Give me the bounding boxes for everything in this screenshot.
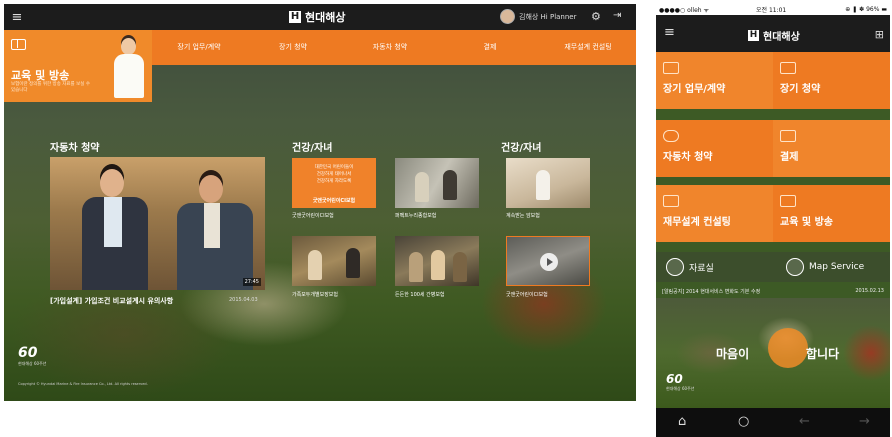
featured-video-date: 2015.04.03 [229,297,258,303]
avatar [500,9,515,24]
battery-status: ⊕ ❚ ✽ 96% ▬ [845,6,887,13]
user-name: 김해상 Hi Planner [519,12,577,21]
anniversary-logo: 60 현대해상 60주년 [18,345,47,366]
thumb-caption[interactable]: 굿앤굿어린이CI보험 [292,212,334,219]
book-icon [780,195,796,207]
notice-title: [알림공지] 2014 현대서비스 변화도 기본 수정 [662,289,761,295]
tile-long-term-contract[interactable]: 장기 업무/계약 [656,52,773,109]
status-time: 오전 11:01 [756,7,787,14]
section-title-auto: 자동차 청약 [50,143,100,154]
carrier-signal: ●●●●○ olleh ᯤ [659,6,709,14]
logout-icon[interactable]: ⇥ [613,10,621,21]
tile-long-term-subscription[interactable]: 장기 청약 [773,52,890,109]
copyright-text: Copyright © Hyundai Marine & Fire Insura… [18,382,148,386]
thumb-caption[interactable]: 든든한 100세 간병보험 [395,291,445,298]
featured-video-caption[interactable]: [가입설계] 가입조건 비교설계시 유의사항 [50,296,173,306]
slogan-part-1: 마음이 [716,347,750,361]
slogan-part-2: 합니다 [806,347,840,361]
h-logo-icon: H [289,11,301,23]
calculator-icon [780,130,796,142]
video-thumbnail[interactable] [506,158,590,208]
anniversary-logo: 60 현대해상 60주년 [666,372,695,391]
video-thumbnail[interactable] [395,236,479,286]
grid-menu-icon[interactable]: ⊞ [875,28,884,41]
bottom-nav-bar: ⌂ ○ ← → [656,408,890,437]
user-profile[interactable]: 김해상 Hi Planner [500,9,577,24]
promo-headline: 굿앤굿어린이CI보험 [312,198,356,204]
video-thumbnail[interactable] [292,236,376,286]
thumb-caption[interactable]: 굿앤굿어린이CI보험 [506,291,548,298]
back-arrow-icon[interactable]: ← [799,414,810,429]
home-icon[interactable]: ⌂ [678,414,686,429]
hamburger-menu-icon[interactable]: ≡ [664,25,675,40]
play-icon[interactable] [540,253,558,271]
brand-logo[interactable]: H 현대해상 [748,28,800,43]
gear-icon[interactable]: ⚙ [591,10,601,23]
map-icon [786,258,804,276]
map-service-button[interactable]: Map Service [786,257,864,277]
forward-arrow-icon[interactable]: → [859,414,870,429]
promo-card-child-ci[interactable]: 대한민국 어린이들이 건강하게 태어나서 건강하게 자라도록 굿앤굿어린이CI보… [292,158,376,208]
featured-video-thumbnail[interactable]: 27:45 [50,157,265,290]
hamburger-menu-icon[interactable]: ≡ [4,4,30,30]
h-logo-icon: H [748,30,759,41]
thumb-caption[interactable]: 퍼펙트누리종합보험 [395,212,436,219]
library-icon [666,258,684,276]
brand-name: 현대해상 [763,32,800,43]
car-icon [663,130,679,142]
tile-education[interactable]: 교육 및 방송 [773,185,890,242]
brand-name: 현대해상 [305,11,346,24]
edu-title: 교육 및 방송 [11,69,70,82]
section-title-health-middle: 건강/자녀 [292,143,333,154]
tile-financial-consulting[interactable]: 재무설계 컨설팅 [656,185,773,242]
tile-auto-subscription[interactable]: 자동차 청약 [656,120,773,177]
notice-item[interactable]: [알림공지] 2014 현대서비스 변화도 기본 수정 2015.02.13 [656,286,890,298]
nav-item-long-term-subscription[interactable]: 장기 청약 [246,30,340,65]
edu-description: 보험이란 정의를 위한 방송 자료를 보실 수 있습니다 [11,82,90,93]
video-thumbnail-selected[interactable] [506,236,590,286]
brand-logo[interactable]: H 현대해상 [289,9,345,25]
book-icon [11,39,26,50]
section-title-health-right: 건강/자녀 [501,143,542,154]
notice-date: 2015.02.13 [855,288,884,294]
nav-item-payment[interactable]: 결제 [440,30,540,65]
nav-item-auto-subscription[interactable]: 자동차 청약 [340,30,440,65]
thumb-caption[interactable]: 계속받는 암보험 [506,212,540,219]
chart-icon [663,195,679,207]
phone-top-bar: ≡ H 현대해상 ⊞ [656,15,890,52]
video-duration: 27:45 [242,278,261,286]
nav-item-financial-consulting[interactable]: 재무설계 컨설팅 [540,30,636,65]
nav-item-education[interactable]: 교육 및 방송 보험이란 정의를 위한 방송 자료를 보실 수 있습니다 [4,30,152,102]
contract-icon [780,62,796,74]
refresh-icon[interactable]: ○ [738,414,749,429]
tile-payment[interactable]: 결제 [773,120,890,177]
tablet-screen: ≡ H 현대해상 김해상 Hi Planner ⚙ ⇥ 교육 및 방송 보험이란… [4,4,636,401]
presenter-image [110,36,148,100]
library-button[interactable]: 자료실 [666,257,714,277]
video-thumbnail[interactable] [395,158,479,208]
phone-screen: ●●●●○ olleh ᯤ 오전 11:01 ⊕ ❚ ✽ 96% ▬ ≡ H 현… [656,4,890,437]
heart-graphic [768,328,808,368]
nav-item-long-term-contract[interactable]: 장기 업무/계약 [152,30,246,65]
thumb-caption[interactable]: 가족모두개별보장보험 [292,291,338,298]
document-icon [663,62,679,74]
status-bar: ●●●●○ olleh ᯤ 오전 11:01 ⊕ ❚ ✽ 96% ▬ [656,4,890,15]
